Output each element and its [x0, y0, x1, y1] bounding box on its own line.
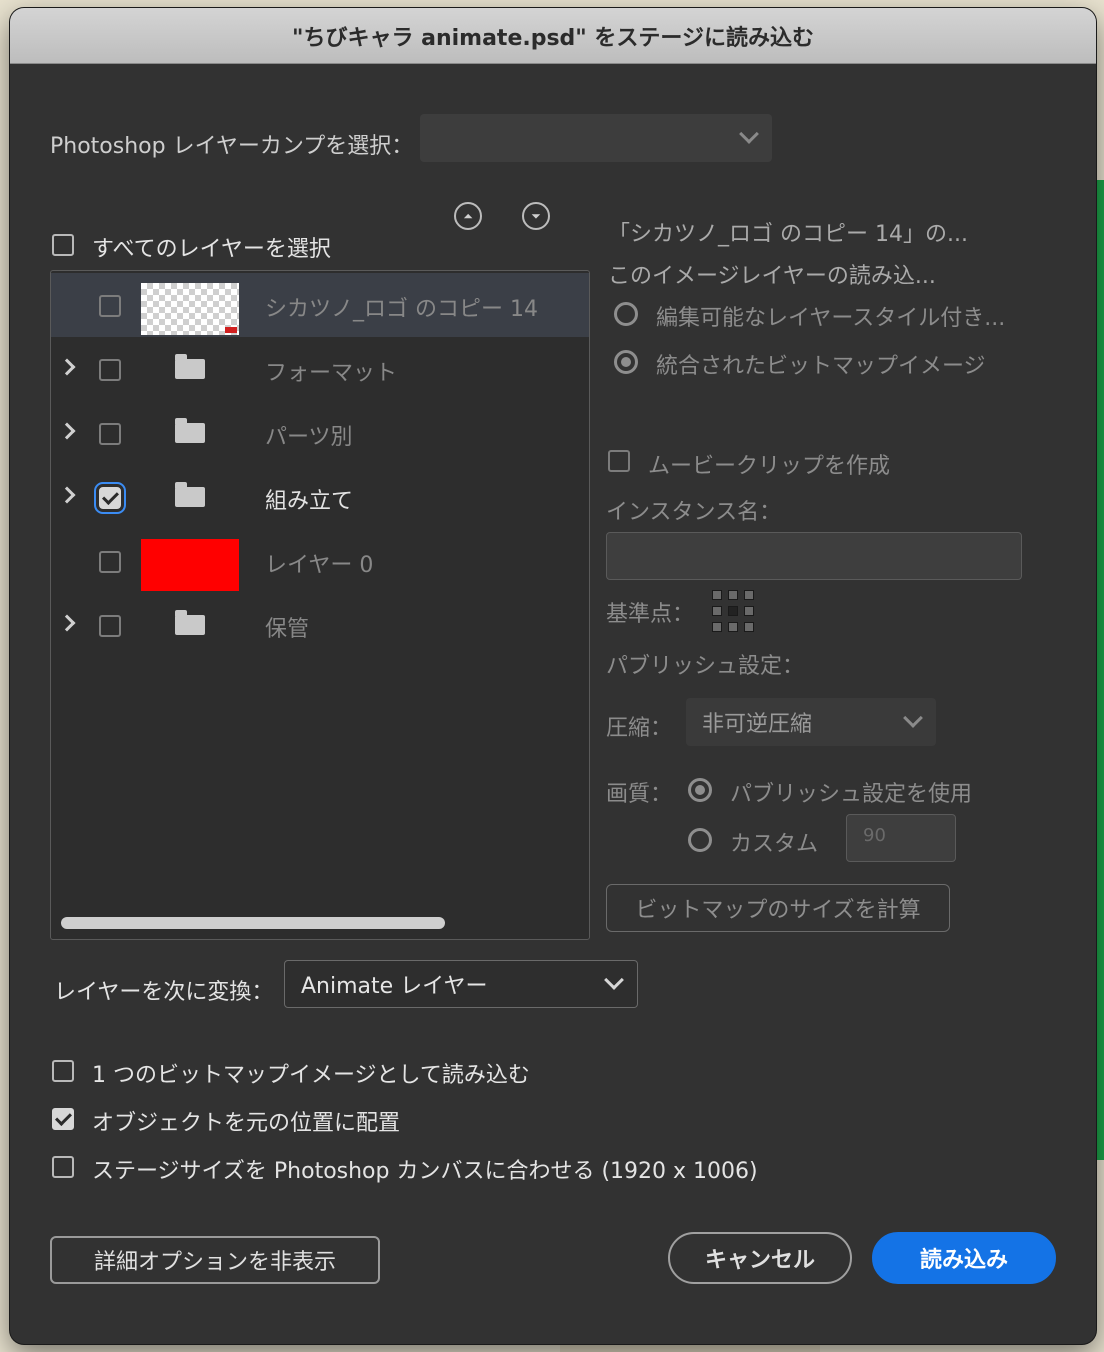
single-bitmap-checkbox[interactable] — [52, 1060, 74, 1082]
layer-thumbnail — [141, 283, 239, 335]
movieclip-label: ムービークリップを作成 — [648, 454, 891, 479]
collapse-all-icon[interactable]: ⏶ — [454, 202, 482, 230]
layer-list[interactable]: シカツノ_ロゴ のコピー 14 フォーマット パーツ別 組み立て レイヤー 0 — [50, 270, 590, 940]
layer-row[interactable]: パーツ別 — [51, 401, 589, 465]
layer-row[interactable]: シカツノ_ロゴ のコピー 14 — [51, 273, 589, 337]
folder-icon — [175, 354, 205, 379]
radio-quality-custom[interactable] — [688, 828, 712, 852]
chevron-right-icon[interactable] — [58, 422, 76, 440]
layer-row[interactable]: フォーマット — [51, 337, 589, 401]
layer-checkbox[interactable] — [99, 295, 121, 317]
layer-name: 組み立て — [265, 489, 354, 514]
radio-editable[interactable] — [614, 302, 638, 326]
layer-name: フォーマット — [265, 361, 398, 386]
quality-custom-input[interactable]: 90 — [846, 814, 956, 862]
instance-name-input[interactable] — [606, 532, 1022, 580]
keep-position-label: オブジェクトを元の位置に配置 — [92, 1111, 401, 1136]
layer-thumbnail — [141, 539, 239, 591]
layer-checkbox[interactable] — [94, 482, 126, 514]
layer-name: シカツノ_ロゴ のコピー 14 — [265, 297, 538, 322]
match-stage-size-label: ステージサイズを Photoshop カンバスに合わせる (1920 x 100… — [92, 1159, 758, 1184]
dialog-title: "ちびキャラ animate.psd" をステージに読み込む — [10, 8, 1096, 64]
layer-name: レイヤー 0 — [265, 553, 374, 578]
select-all-checkbox[interactable] — [52, 234, 74, 256]
options-heading: 「シカツノ_ロゴ のコピー 14」の... — [608, 222, 968, 247]
chevron-right-icon[interactable] — [58, 358, 76, 376]
folder-icon — [175, 418, 205, 443]
radio-quality-publish[interactable] — [688, 778, 712, 802]
compression-select[interactable]: 非可逆圧縮 — [686, 698, 936, 746]
expand-all-icon[interactable]: ⏷ — [522, 202, 550, 230]
registration-point-icon[interactable] — [712, 590, 754, 632]
convert-layers-select[interactable]: Animate レイヤー — [284, 960, 638, 1008]
layer-checkbox[interactable] — [99, 359, 121, 381]
chevron-down-icon — [739, 124, 759, 144]
layer-row[interactable]: 保管 — [51, 593, 589, 657]
chevron-down-icon — [903, 708, 923, 728]
hide-advanced-options-button[interactable]: 詳細オプションを非表示 — [50, 1236, 380, 1284]
select-all-label: すべてのレイヤーを選択 — [92, 237, 331, 262]
chevron-right-icon[interactable] — [58, 486, 76, 504]
radio-flattened-label: 統合されたビットマップイメージ — [656, 354, 986, 379]
cancel-button[interactable]: キャンセル — [668, 1232, 852, 1284]
radio-flattened[interactable] — [614, 350, 638, 374]
calc-bitmap-size-button[interactable]: ビットマップのサイズを計算 — [606, 884, 950, 932]
keep-position-checkbox[interactable] — [52, 1108, 74, 1130]
layer-checkbox[interactable] — [99, 551, 121, 573]
radio-editable-label: 編集可能なレイヤースタイル付き... — [656, 306, 1006, 331]
folder-icon — [175, 482, 205, 507]
convert-layers-label: レイヤーを次に変換： — [54, 980, 274, 1005]
layer-comp-select[interactable] — [420, 114, 772, 162]
chevron-down-icon — [604, 970, 624, 990]
instance-name-label: インスタンス名： — [606, 500, 782, 525]
horizontal-scrollbar[interactable] — [61, 917, 445, 929]
convert-layers-value: Animate レイヤー — [301, 974, 488, 999]
radio-quality-publish-label: パブリッシュ設定を使用 — [730, 782, 973, 807]
registration-point-label: 基準点： — [606, 602, 695, 627]
single-bitmap-label: 1 つのビットマップイメージとして読み込む — [92, 1063, 530, 1088]
import-dialog: "ちびキャラ animate.psd" をステージに読み込む Photoshop… — [10, 8, 1096, 1344]
compression-value: 非可逆圧縮 — [702, 712, 813, 737]
layer-name: 保管 — [265, 617, 310, 642]
layer-checkbox[interactable] — [99, 615, 121, 637]
chevron-right-icon[interactable] — [58, 614, 76, 632]
publish-settings-label: パブリッシュ設定： — [606, 654, 805, 679]
radio-quality-custom-label: カスタム — [730, 832, 819, 857]
match-stage-size-checkbox[interactable] — [52, 1156, 74, 1178]
folder-icon — [175, 610, 205, 635]
layer-comp-label: Photoshop レイヤーカンプを選択： — [50, 134, 414, 159]
layer-row[interactable]: 組み立て — [51, 465, 589, 529]
import-button[interactable]: 読み込み — [872, 1232, 1056, 1284]
movieclip-checkbox[interactable] — [608, 450, 630, 472]
compression-label: 圧縮： — [606, 716, 673, 741]
options-subheading: このイメージレイヤーの読み込... — [608, 264, 936, 289]
layer-row[interactable]: レイヤー 0 — [51, 529, 589, 593]
layer-checkbox[interactable] — [99, 423, 121, 445]
quality-label: 画質： — [606, 782, 673, 807]
layer-name: パーツ別 — [265, 425, 353, 450]
